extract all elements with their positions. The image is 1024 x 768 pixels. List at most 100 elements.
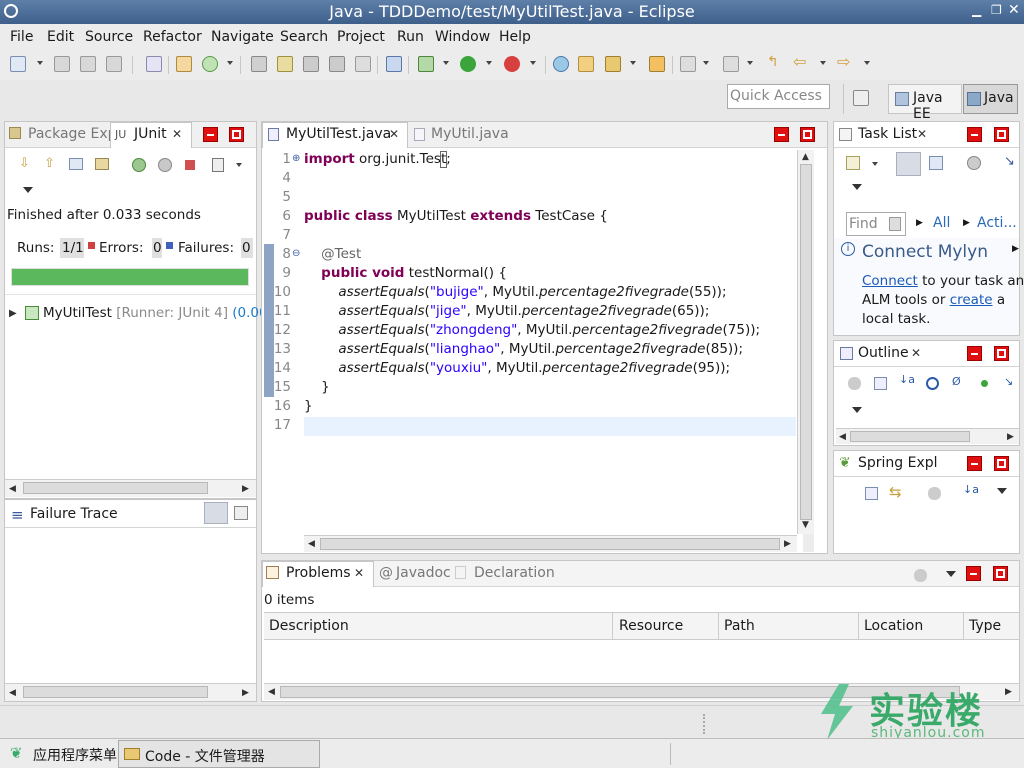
scrollbar-thumb[interactable]: [23, 686, 208, 698]
filter-icon[interactable]: [928, 487, 941, 500]
minimize-button[interactable]: [774, 127, 789, 142]
print-icon[interactable]: [106, 56, 122, 72]
menu-window[interactable]: Window: [435, 29, 490, 45]
horizontal-scrollbar[interactable]: ◀ ▶: [836, 428, 1019, 444]
chevron-down-icon[interactable]: [630, 61, 636, 65]
code-line[interactable]: import org.junit.Test;: [304, 151, 451, 167]
view-menu-icon[interactable]: [997, 488, 1007, 494]
tab-myutiltest[interactable]: MyUtilTest.java: [286, 126, 391, 142]
view-menu-icon[interactable]: [852, 184, 862, 190]
focus-icon[interactable]: [967, 156, 981, 170]
save-all-icon[interactable]: [80, 56, 96, 72]
close-icon[interactable]: ✕: [911, 346, 921, 360]
focus-icon[interactable]: [914, 569, 927, 582]
tab-myutil[interactable]: MyUtil.java: [431, 126, 509, 142]
scroll-right-icon[interactable]: ▶: [242, 484, 249, 494]
tab-task-list[interactable]: Task List: [858, 126, 917, 142]
show-failures-icon[interactable]: [69, 158, 83, 170]
maximize-button[interactable]: [994, 127, 1009, 142]
forward-icon[interactable]: ⇨: [837, 52, 853, 71]
maximize-button[interactable]: [229, 127, 244, 142]
all-link[interactable]: All: [933, 215, 950, 231]
categorized-icon[interactable]: [896, 152, 921, 176]
run-icon[interactable]: [460, 56, 476, 72]
maximize-button[interactable]: [994, 456, 1009, 471]
scheduled-icon[interactable]: [929, 156, 943, 170]
create-link[interactable]: create: [950, 292, 993, 308]
collapse-all-icon[interactable]: [874, 377, 887, 390]
chevron-down-icon[interactable]: [37, 61, 43, 65]
chevron-down-icon[interactable]: [236, 163, 242, 167]
start-menu[interactable]: 应用程序菜单: [33, 745, 117, 765]
new-icon[interactable]: [10, 56, 26, 72]
scroll-right-icon[interactable]: ▶: [784, 539, 791, 549]
column-divider[interactable]: [718, 613, 719, 640]
column-divider[interactable]: [963, 613, 964, 640]
find-input[interactable]: Find: [846, 212, 906, 236]
tab-package-explorer[interactable]: Package Exp: [28, 126, 117, 142]
hide-nonpublic-icon[interactable]: [981, 380, 988, 387]
horizontal-scrollbar[interactable]: ◀ ▶: [304, 535, 797, 552]
menu-file[interactable]: File: [10, 29, 33, 45]
minimize-button[interactable]: [967, 456, 982, 471]
view-menu-icon[interactable]: [946, 571, 956, 577]
tab-junit[interactable]: JUnit: [134, 126, 167, 142]
new-task-icon[interactable]: [846, 156, 860, 170]
filter-stack-icon[interactable]: [204, 502, 228, 524]
stop-icon[interactable]: [185, 160, 195, 170]
tab-problems[interactable]: Problems: [286, 565, 351, 581]
column-divider[interactable]: [858, 613, 859, 640]
scrollbar-thumb[interactable]: [320, 538, 780, 550]
code-line[interactable]: assertEquals("zhongdeng", MyUtil.percent…: [304, 322, 760, 338]
focus-icon[interactable]: [848, 377, 861, 390]
scroll-left-icon[interactable]: ◀: [9, 484, 16, 494]
chevron-down-icon[interactable]: [872, 162, 878, 166]
close-icon[interactable]: ✕: [172, 127, 182, 141]
scroll-lock-icon[interactable]: [95, 158, 109, 170]
next-failure-icon[interactable]: ⇩: [19, 156, 30, 171]
scroll-up-icon[interactable]: ▲: [802, 152, 809, 162]
menu-search[interactable]: Search: [280, 29, 328, 45]
open-folder-icon[interactable]: [578, 56, 594, 72]
server-icon[interactable]: [176, 56, 192, 72]
wrench-icon[interactable]: [251, 56, 267, 72]
scrollbar-thumb[interactable]: [800, 164, 812, 520]
scrollbar-thumb[interactable]: [850, 431, 970, 442]
menu-source[interactable]: Source: [85, 29, 133, 45]
close-icon[interactable]: ✕: [917, 127, 927, 141]
menu-project[interactable]: Project: [337, 29, 385, 45]
annotation-icon[interactable]: [303, 56, 319, 72]
chevron-down-icon[interactable]: [747, 61, 753, 65]
horizontal-scrollbar[interactable]: ◀ ▶: [5, 683, 256, 701]
menu-refactor[interactable]: Refactor: [143, 29, 202, 45]
scroll-right-icon[interactable]: ▶: [242, 688, 249, 698]
view-menu-icon[interactable]: [23, 187, 33, 193]
menu-navigate[interactable]: Navigate: [211, 29, 274, 45]
column-location[interactable]: Location: [864, 618, 923, 634]
scroll-down-icon[interactable]: ▼: [802, 520, 809, 530]
prev-annotation-icon[interactable]: [723, 56, 739, 72]
code-line[interactable]: }: [304, 379, 330, 395]
chevron-down-icon[interactable]: [227, 61, 233, 65]
close-icon[interactable]: ✕: [354, 566, 364, 580]
quick-access-input[interactable]: Quick Access: [727, 84, 830, 109]
chevron-down-icon[interactable]: [864, 61, 870, 65]
code-line[interactable]: public void testNormal() {: [304, 265, 507, 281]
code-line[interactable]: assertEquals("lianghao", MyUtil.percenta…: [304, 341, 743, 357]
sync-icon[interactable]: ↘: [1004, 154, 1015, 169]
code-line[interactable]: @Test: [304, 246, 361, 262]
next-annotation-icon[interactable]: [680, 56, 696, 72]
sort-icon[interactable]: ↓a: [899, 373, 915, 386]
code-line[interactable]: public class MyUtilTest extends TestCase…: [304, 208, 608, 224]
column-divider[interactable]: [612, 613, 613, 640]
menu-edit[interactable]: Edit: [47, 29, 74, 45]
taskbar-window-button[interactable]: Code - 文件管理器: [118, 740, 320, 768]
expand-icon[interactable]: ▶: [9, 308, 17, 319]
link-icon[interactable]: ⇆: [889, 483, 902, 501]
minimize-button[interactable]: [203, 127, 218, 142]
pen-icon[interactable]: [277, 56, 293, 72]
restore-icon[interactable]: ❐: [991, 3, 1002, 17]
rerun-failed-icon[interactable]: [158, 158, 172, 172]
tree-item-label[interactable]: MyUtilTest [Runner: JUnit 4] (0.00: [43, 305, 268, 321]
prev-failure-icon[interactable]: ⇧: [44, 156, 55, 171]
